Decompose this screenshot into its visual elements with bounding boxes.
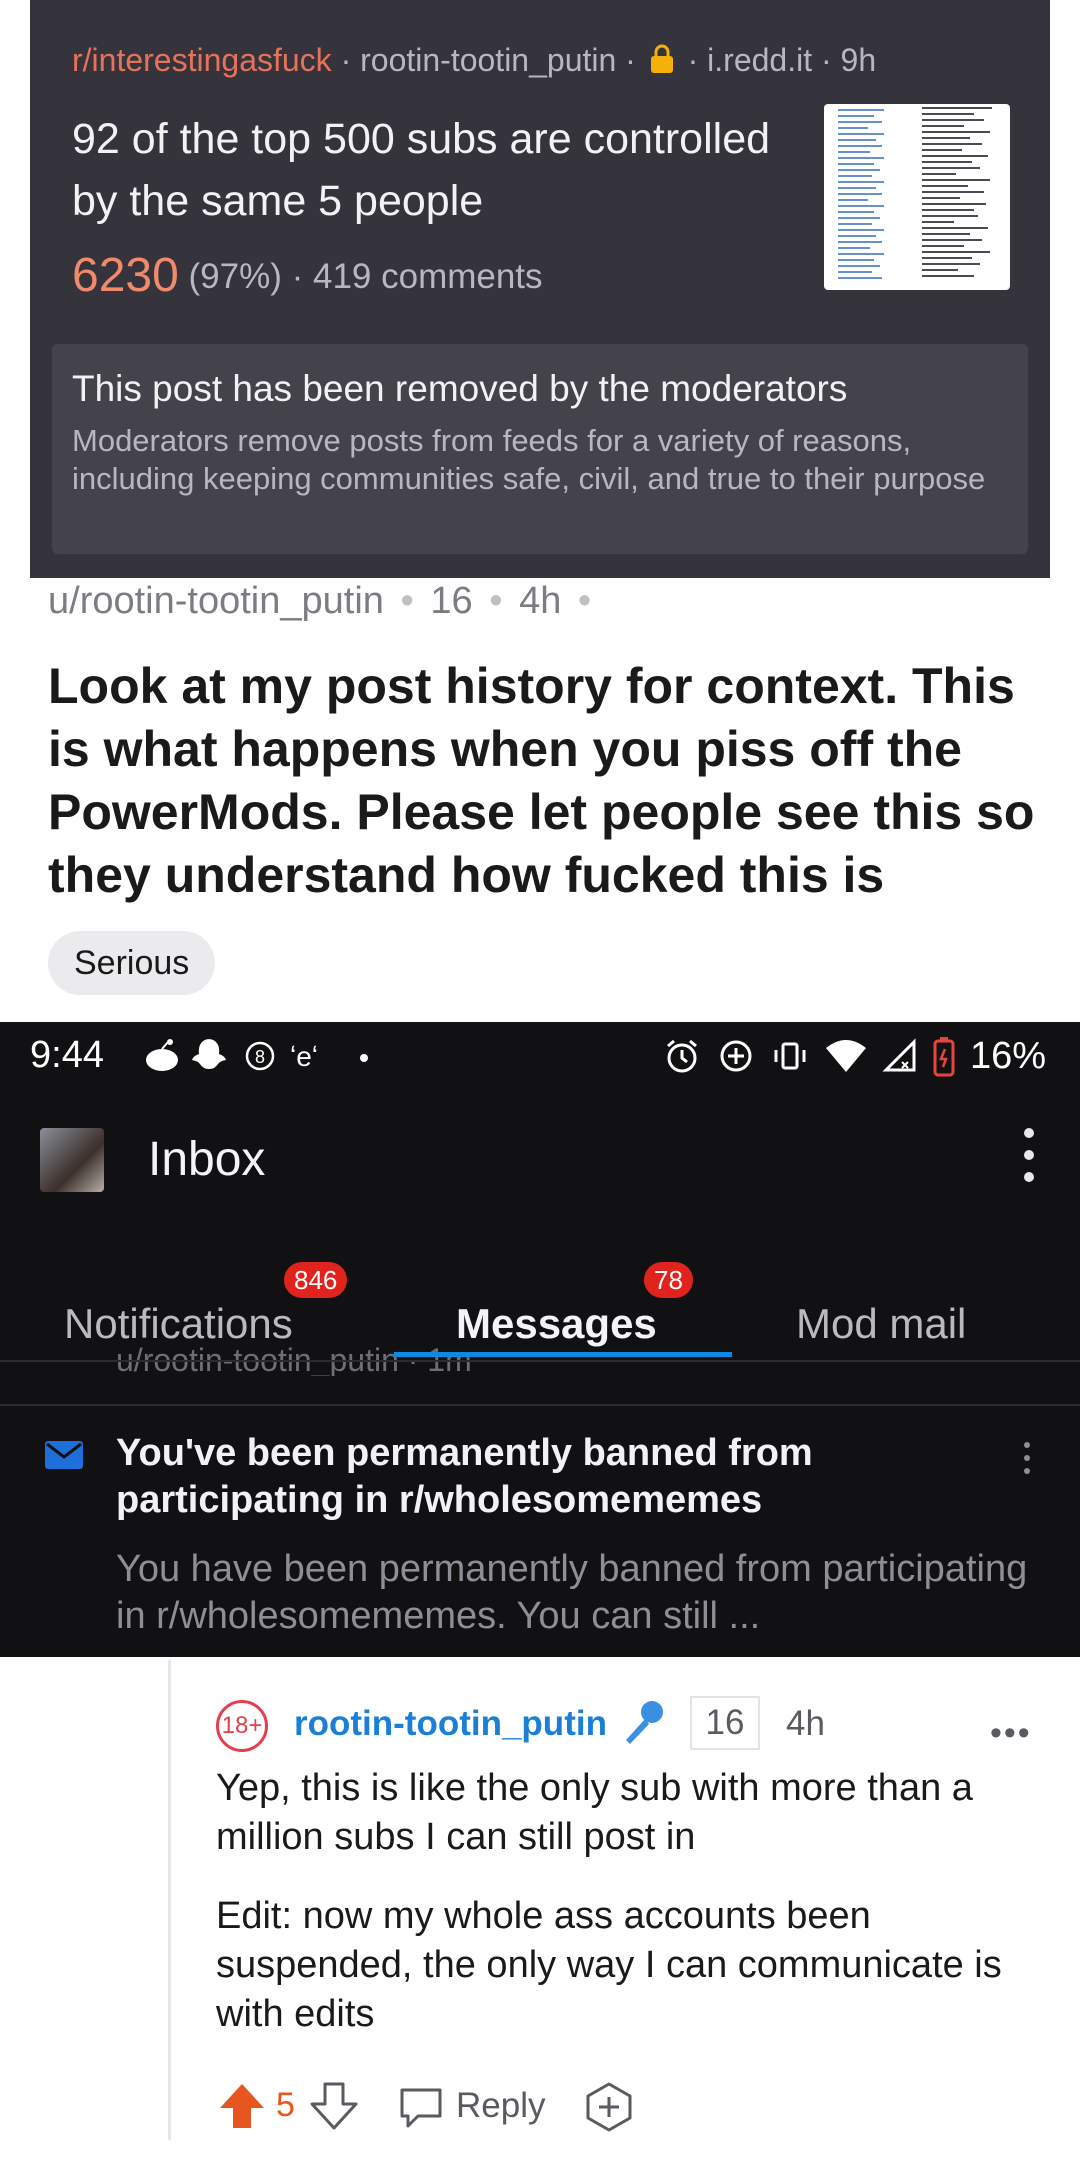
post-score-line: 6230 (97%) · 419 comments bbox=[72, 248, 543, 303]
comment-body: Yep, this is like the only sub with more… bbox=[216, 1764, 1056, 2069]
comment-score: 16 bbox=[690, 1696, 760, 1750]
post-score: 6230 bbox=[72, 249, 179, 302]
message-preview[interactable]: You have been permanently banned from pa… bbox=[116, 1546, 1056, 1640]
upvote-icon[interactable] bbox=[216, 2080, 268, 2132]
snapchat-icon bbox=[192, 1039, 226, 1069]
data-saver-icon bbox=[720, 1040, 752, 1072]
post-thumbnail[interactable] bbox=[824, 104, 1010, 290]
mail-icon bbox=[45, 1441, 83, 1469]
comment-time: 4h bbox=[786, 1704, 825, 1743]
removed-post-title[interactable]: 92 of the top 500 subs are controlled by… bbox=[72, 108, 792, 232]
meta-separator: • bbox=[489, 580, 503, 622]
reddit-icon bbox=[146, 1039, 178, 1071]
status-bar: 9:44 8 ʻeʻ 16% bbox=[0, 1022, 1080, 1090]
meta-separator: • bbox=[577, 580, 592, 622]
alarm-icon bbox=[666, 1039, 697, 1073]
vote-count: 5 bbox=[276, 2086, 295, 2124]
comment-thread-line[interactable] bbox=[168, 1660, 171, 2140]
overflow-menu-icon[interactable] bbox=[1024, 1128, 1036, 1188]
comment-actions: 5 Reply bbox=[216, 2076, 1056, 2136]
comment-author[interactable]: rootin-tootin_putin bbox=[294, 1704, 607, 1744]
signal-icon bbox=[882, 1038, 916, 1072]
award-icon[interactable] bbox=[582, 2080, 636, 2134]
tab-messages[interactable]: Messages bbox=[456, 1300, 657, 1348]
nsfw-avatar-badge: 18+ bbox=[216, 1700, 268, 1752]
removed-notice: This post has been removed by the modera… bbox=[52, 344, 1028, 554]
previous-message-meta: u/rootin-tootin_putin · 1m bbox=[116, 1342, 472, 1376]
notifications-badge: 846 bbox=[284, 1262, 348, 1298]
reply-button[interactable]: Reply bbox=[456, 2086, 545, 2126]
removed-notice-description: Moderators remove posts from feeds for a… bbox=[72, 423, 986, 496]
wifi-icon bbox=[825, 1040, 866, 1072]
post-author-meta: · rootin-tootin_putin · bbox=[340, 42, 645, 78]
post-meta-line: u/rootin-tootin_putin • 16 • 4h • bbox=[48, 580, 597, 623]
thumbnail-image bbox=[838, 107, 992, 279]
downvote-icon[interactable] bbox=[308, 2080, 360, 2132]
status-right: 16% bbox=[662, 1032, 1046, 1080]
more-notifications-dot bbox=[360, 1054, 368, 1062]
circled-eight-icon: 8 bbox=[245, 1041, 275, 1071]
post-time: 4h bbox=[519, 580, 562, 622]
post-author[interactable]: u/rootin-tootin_putin bbox=[48, 580, 384, 622]
tab-mod-mail[interactable]: Mod mail bbox=[796, 1300, 966, 1348]
post-title[interactable]: Look at my post history for context. Thi… bbox=[48, 655, 1058, 907]
active-tab-indicator bbox=[394, 1352, 732, 1357]
message-options-icon[interactable] bbox=[1024, 1442, 1032, 1481]
vibrate-icon bbox=[774, 1042, 806, 1070]
e-app-icon: ʻeʻ bbox=[290, 1041, 318, 1072]
removed-post-section: r/interestingasfuck · rootin-tootin_puti… bbox=[0, 0, 1080, 578]
inbox-header: Inbox bbox=[0, 1102, 1080, 1232]
battery-icon bbox=[933, 1037, 955, 1077]
svg-text:ʻeʻ: ʻeʻ bbox=[290, 1041, 318, 1072]
reply-icon[interactable] bbox=[396, 2082, 446, 2132]
message-divider bbox=[0, 1404, 1080, 1406]
inbox-title: Inbox bbox=[148, 1133, 266, 1186]
microphone-icon bbox=[626, 1701, 663, 1744]
notification-icons: 8 ʻeʻ bbox=[146, 1039, 368, 1072]
meta-separator: • bbox=[400, 580, 414, 622]
removed-notice-title: This post has been removed by the modera… bbox=[72, 368, 848, 409]
subreddit-link[interactable]: r/interestingasfuck bbox=[72, 42, 332, 78]
post-flair[interactable]: Serious bbox=[48, 931, 216, 995]
message-subject[interactable]: You've been permanently banned from part… bbox=[116, 1430, 996, 1524]
svg-text:8: 8 bbox=[255, 1047, 265, 1067]
post-meta: r/interestingasfuck · rootin-tootin_puti… bbox=[72, 42, 876, 79]
post-score: 16 bbox=[430, 580, 473, 622]
battery-percent: 16% bbox=[969, 1034, 1046, 1077]
user-avatar[interactable] bbox=[40, 1128, 104, 1192]
comment-more-options[interactable]: ••• bbox=[990, 1714, 1032, 1753]
comment-paragraph: Edit: now my whole ass accounts been sus… bbox=[216, 1895, 1002, 2035]
post-domain-time: · i.redd.it · 9h bbox=[687, 42, 877, 78]
post-ratio-comments: (97%) · 419 comments bbox=[188, 257, 543, 296]
comment-paragraph: Yep, this is like the only sub with more… bbox=[216, 1767, 973, 1858]
tabs-divider bbox=[0, 1360, 1080, 1362]
lock-icon bbox=[650, 44, 673, 73]
tab-notifications[interactable]: Notifications bbox=[64, 1300, 293, 1348]
status-time: 9:44 bbox=[30, 1034, 104, 1076]
messages-badge: 78 bbox=[644, 1262, 693, 1298]
